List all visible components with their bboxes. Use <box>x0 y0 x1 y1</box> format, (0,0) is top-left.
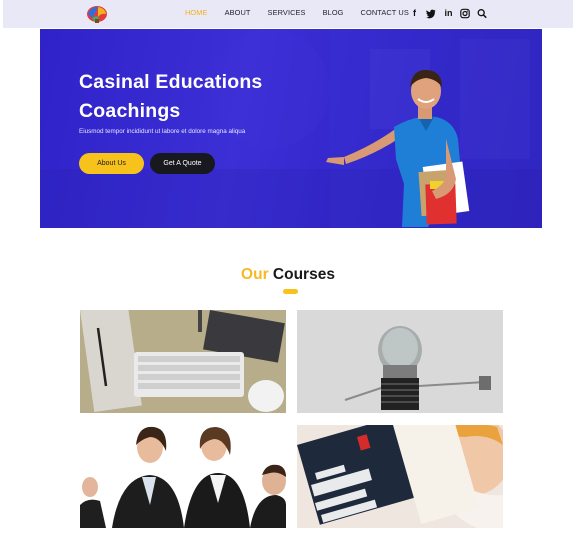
menu-item-home[interactable]: HOME <box>185 8 208 17</box>
menu-item-contact-us[interactable]: CONTACT US <box>361 8 409 17</box>
hero-title: Casinal Educations Coachings <box>79 68 339 126</box>
search-icon[interactable] <box>477 7 488 20</box>
keyboard-desk-image <box>80 310 286 413</box>
top-navbar: HOME ABOUT SERVICES BLOG CONTACT US f in <box>3 0 573 28</box>
courses-heading: Our Courses <box>0 266 576 284</box>
course-card-keyboard[interactable] <box>80 310 286 413</box>
hero-title-line-2: Coachings <box>79 100 181 122</box>
main-menu: HOME ABOUT SERVICES BLOG CONTACT US <box>185 8 426 17</box>
girl-reading-dictionary-image <box>297 425 503 528</box>
lightbulb-robot-image <box>297 310 503 413</box>
get-a-quote-button[interactable]: Get A Quote <box>150 153 215 174</box>
courses-heading-accent: Our <box>241 266 269 283</box>
brain-logo-icon[interactable] <box>86 4 108 24</box>
instagram-icon[interactable] <box>460 7 471 20</box>
menu-item-about[interactable]: ABOUT <box>225 8 251 17</box>
course-card-business-team[interactable] <box>80 425 286 528</box>
courses-heading-text: Courses <box>272 266 335 283</box>
facebook-icon[interactable]: f <box>409 7 420 20</box>
linkedin-icon[interactable]: in <box>443 7 454 20</box>
course-card-robot[interactable] <box>297 310 503 413</box>
hero-title-line-1: Casinal Educations <box>79 71 263 93</box>
hero-subtitle: Eiusmod tempor incididunt ut labore et d… <box>79 128 246 135</box>
course-card-reading[interactable] <box>297 425 503 528</box>
heading-underline-decoration <box>283 289 298 294</box>
menu-item-services[interactable]: SERVICES <box>268 8 306 17</box>
twitter-icon[interactable] <box>426 7 437 20</box>
menu-item-blog[interactable]: BLOG <box>323 8 344 17</box>
hero-banner: Casinal Educations Coachings Eiusmod tem… <box>40 29 542 228</box>
student-with-books-image <box>326 69 470 227</box>
about-us-button[interactable]: About Us <box>79 153 144 174</box>
business-team-image <box>80 425 286 528</box>
social-links: f in <box>409 7 494 20</box>
